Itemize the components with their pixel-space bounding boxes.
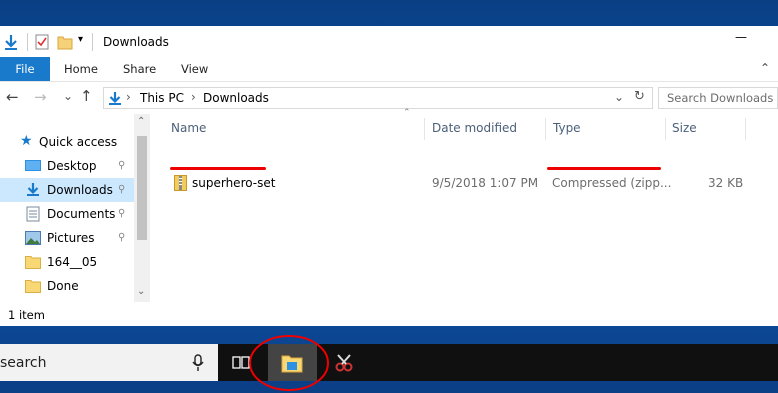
- sidebar-item-folder[interactable]: 164__05: [0, 250, 134, 274]
- microphone-icon[interactable]: [192, 354, 204, 372]
- column-header-size[interactable]: Size: [672, 114, 697, 142]
- sidebar-item-label: Done: [47, 279, 79, 293]
- navigation-pane: ★ Quick access Desktop ⚲ Downloads ⚲ Doc…: [0, 114, 150, 304]
- annotation-circle: [249, 335, 329, 391]
- sidebar-item-desktop[interactable]: Desktop ⚲: [0, 154, 134, 178]
- collapse-icon[interactable]: ⌃: [403, 108, 411, 118]
- navigation-bar: ← → ⌄ ↑ › This PC › Downloads ⌄ ↻ Search…: [0, 82, 778, 114]
- file-explorer-window: ▾ Downloads — File Home Share View ⌃ ← →…: [0, 26, 778, 326]
- file-list: Name ⌃ Date modified Type Size superhero…: [160, 108, 778, 314]
- qat-divider: [92, 33, 93, 51]
- file-name[interactable]: superhero-set: [192, 172, 275, 194]
- back-icon[interactable]: ←: [6, 88, 19, 106]
- address-dropdown-icon[interactable]: ⌄: [614, 90, 624, 104]
- file-date: 9/5/2018 1:07 PM: [432, 176, 539, 190]
- forward-icon[interactable]: →: [34, 88, 47, 106]
- pin-icon: ⚲: [118, 208, 126, 219]
- zip-folder-icon: [174, 175, 187, 191]
- scrollbar-thumb[interactable]: [137, 136, 147, 240]
- taskbar-search-box[interactable]: search: [0, 344, 218, 381]
- minimize-button[interactable]: —: [735, 30, 747, 44]
- expand-ribbon-icon[interactable]: ⌃: [760, 61, 770, 75]
- sidebar-item-label: Documents: [47, 207, 116, 221]
- column-separator[interactable]: [745, 118, 746, 140]
- sidebar-item-label: Downloads: [47, 183, 113, 197]
- folder-icon: [25, 280, 41, 293]
- snipping-tool-icon[interactable]: [333, 353, 355, 373]
- breadcrumb-downloads[interactable]: Downloads: [203, 91, 269, 105]
- properties-icon[interactable]: [34, 33, 50, 51]
- tab-home[interactable]: Home: [64, 57, 98, 81]
- up-icon[interactable]: ↑: [80, 87, 93, 105]
- tab-view[interactable]: View: [181, 57, 208, 81]
- folder-icon: [25, 256, 41, 269]
- star-icon: ★: [20, 133, 33, 149]
- sidebar-item-done[interactable]: Done: [0, 274, 134, 298]
- tab-share[interactable]: Share: [123, 57, 156, 81]
- sidebar-item-label: Quick access: [39, 135, 118, 149]
- navigation-pane-scrollbar[interactable]: ⌃ ⌄: [134, 114, 150, 302]
- scroll-up-icon[interactable]: ⌃: [137, 116, 145, 127]
- annotation-underline: [547, 167, 661, 170]
- breadcrumb-this-pc[interactable]: This PC: [140, 91, 184, 105]
- sidebar-item-quick-access[interactable]: ★ Quick access: [0, 130, 134, 154]
- item-count: 1 item: [8, 308, 45, 322]
- sidebar-item-label: Pictures: [47, 231, 95, 245]
- sidebar-item-label: 164__05: [47, 255, 98, 269]
- annotation-underline: [170, 167, 266, 170]
- sidebar-item-pictures[interactable]: Pictures ⚲: [0, 226, 134, 250]
- downloads-folder-icon: [109, 92, 121, 105]
- ribbon-tabs: File Home Share View ⌃: [0, 57, 778, 82]
- sidebar-item-downloads[interactable]: Downloads ⚲: [0, 178, 134, 202]
- pin-icon: ⚲: [118, 184, 126, 195]
- column-header-name[interactable]: Name: [171, 114, 206, 142]
- breadcrumb-separator[interactable]: ›: [191, 90, 196, 104]
- breadcrumb-separator: ›: [126, 90, 131, 104]
- scroll-down-icon[interactable]: ⌄: [137, 286, 145, 297]
- desktop-icon: [25, 160, 41, 171]
- column-header-date[interactable]: Date modified: [432, 114, 517, 142]
- sidebar-item-documents[interactable]: Documents ⚲: [0, 202, 134, 226]
- tab-file[interactable]: File: [0, 57, 50, 81]
- new-folder-icon[interactable]: [57, 33, 73, 51]
- recent-locations-icon[interactable]: ⌄: [63, 89, 73, 103]
- pin-icon: ⚲: [118, 232, 126, 243]
- column-separator[interactable]: [665, 118, 666, 140]
- qat-dropdown-icon[interactable]: ▾: [78, 34, 83, 45]
- pictures-icon: [25, 231, 41, 245]
- refresh-icon[interactable]: ↻: [634, 89, 645, 104]
- sidebar-item-label: Desktop: [47, 159, 97, 173]
- table-row[interactable]: superhero-set 9/5/2018 1:07 PM Compresse…: [168, 172, 758, 194]
- search-input[interactable]: Search Downloads: [658, 87, 778, 109]
- qat-divider: [27, 33, 28, 51]
- file-size: 32 KB: [708, 176, 744, 190]
- documents-icon: [26, 206, 40, 222]
- status-bar: 1 item: [0, 305, 778, 325]
- pin-icon: ⚲: [118, 160, 126, 171]
- window-title: Downloads: [103, 35, 169, 49]
- taskbar-search-text: search: [0, 355, 47, 371]
- down-arrow-icon[interactable]: [3, 33, 19, 51]
- column-header-type[interactable]: Type: [553, 114, 581, 142]
- address-bar[interactable]: › This PC › Downloads ⌄ ↻: [103, 87, 653, 109]
- column-separator[interactable]: [424, 118, 425, 140]
- title-bar: ▾ Downloads —: [0, 26, 778, 57]
- downloads-icon: [27, 183, 39, 196]
- file-type: Compressed (zipp...: [552, 176, 672, 190]
- column-separator[interactable]: [545, 118, 546, 140]
- taskbar: search: [0, 344, 778, 381]
